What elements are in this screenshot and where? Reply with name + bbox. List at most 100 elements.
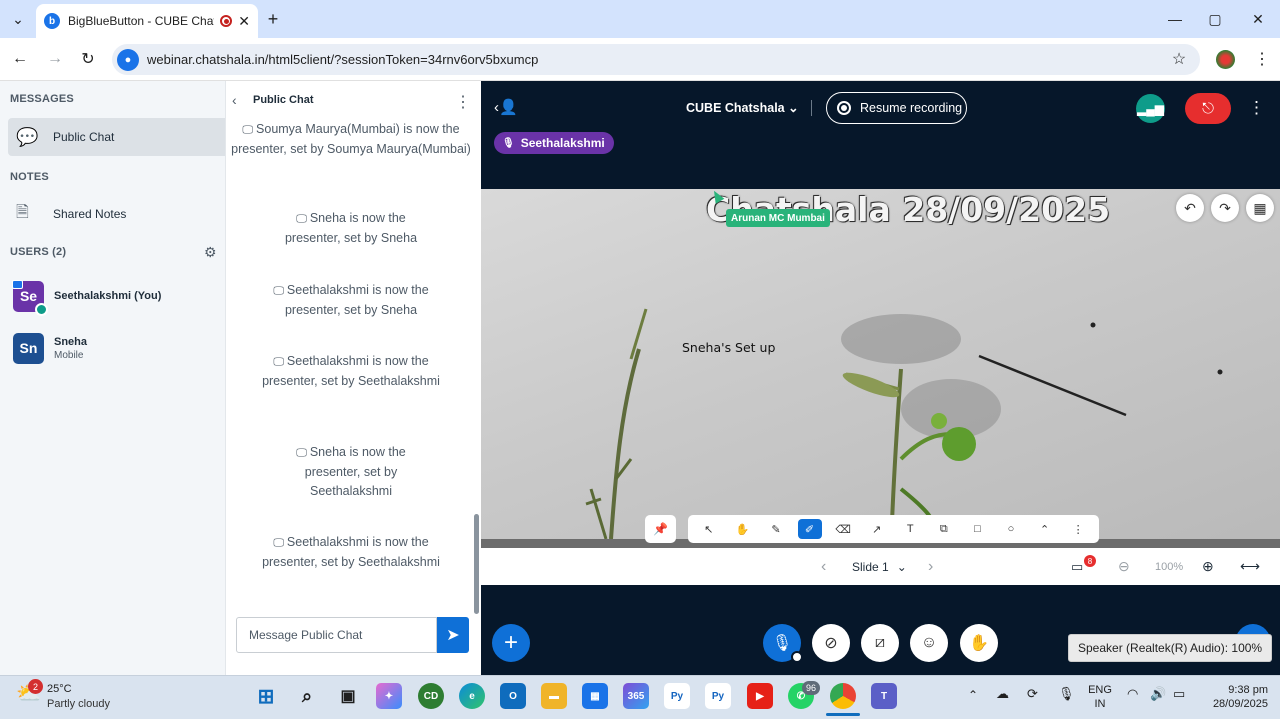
tab-search-icon[interactable]: ⌄ [8,10,28,28]
cd-app-icon[interactable]: CD [418,683,444,709]
chat-options-icon[interactable]: ⋮ [455,92,471,112]
address-bar[interactable]: ● webinar.chatshala.in/html5client/?sess… [112,44,1200,75]
chat-input-placeholder: Message Public Chat [249,628,363,642]
leave-meeting-button[interactable]: ⎋ [1185,93,1231,124]
close-tab-icon[interactable]: ✕ [238,13,250,30]
file-explorer-icon[interactable]: ▬ [541,683,567,709]
eraser-tool-icon[interactable]: ⌫ [831,519,855,539]
audio-settings-dot[interactable] [791,651,803,663]
start-windows-icon[interactable]: ⊞ [253,683,279,709]
recording-indicator-icon [220,15,233,27]
user-list-item[interactable]: Se Seethalakshmi (You) [12,279,218,316]
toolbar-pin-button[interactable]: 📌 [645,515,676,543]
share-webcam-button[interactable]: ⊘ [812,624,850,662]
more-shapes-chevron-icon[interactable]: ⌃ [1033,519,1057,539]
undo-icon[interactable]: ↶ [1176,194,1204,222]
copilot-icon[interactable]: ✦ [376,683,402,709]
avatar-initials: Se [19,288,38,304]
sidebar-item-public-chat[interactable]: 💬 Public Chat [8,118,225,156]
slide-annotation-text: Sneha's Set up [682,340,776,355]
microphone-permission-icon[interactable]: ● [117,48,139,71]
clock[interactable]: 9:38 pm 28/09/2025 [1202,683,1268,711]
zoom-in-icon[interactable]: ⊕ [1202,548,1214,585]
toggle-user-list-icon[interactable]: ‹👤 [494,98,518,116]
hand-tool-icon[interactable]: ✋ [730,519,754,539]
chrome-icon[interactable] [830,683,856,709]
share-screen-button[interactable]: ⧄ [861,624,899,662]
store-icon[interactable]: ▦ [582,683,608,709]
toolbar-more-icon[interactable]: ⋮ [1066,519,1090,539]
sidebar-item-shared-notes[interactable]: 🗎 Shared Notes [16,199,216,229]
user-name: Seethalakshmi (You) [54,290,162,302]
volume-icon[interactable]: 🔊 [1150,686,1166,702]
user-list-item[interactable]: Sn Sneha Mobile [13,332,218,364]
zoom-out-icon[interactable]: ⊖ [1118,548,1130,585]
python-file-icon[interactable]: Py [664,683,690,709]
redo-icon[interactable]: ↷ [1211,194,1239,222]
maximize-button[interactable]: ▢ [1205,9,1225,29]
browser-tab[interactable]: b BigBlueButton - CUBE Chatshala ✕ [36,4,258,38]
ellipse-tool-icon[interactable]: ○ [999,519,1023,539]
browser-menu-icon[interactable]: ⋮ [1252,49,1272,69]
slide-label: Slide 1 [852,559,889,574]
pencil-tool-icon[interactable]: ✎ [764,519,788,539]
minimize-button[interactable]: — [1165,9,1185,29]
select-tool-icon[interactable]: ↖ [697,519,721,539]
python-file-icon[interactable]: Py [705,683,731,709]
chat-message-list[interactable]: 🖵 Soumya Maurya(Mumbai) is now the presen… [226,118,474,608]
meeting-title[interactable]: CUBE Chatshala ⌄ [686,100,799,115]
youtube-icon[interactable]: ▶ [747,683,773,709]
screen-share-off-icon: ⧄ [874,634,886,651]
connection-status-icon[interactable]: ▂▄▆ [1136,94,1165,123]
chat-scrollbar[interactable] [474,514,479,614]
teams-icon[interactable]: T [871,683,897,709]
sticky-note-tool-icon[interactable]: ⧉ [932,519,956,539]
send-arrow-icon: ➤ [446,627,460,644]
bookmark-star-icon[interactable]: ☆ [1169,49,1189,69]
close-window-button[interactable]: ✕ [1248,9,1268,29]
mic-in-use-icon[interactable]: 🎙 [1058,686,1075,702]
new-tab-button[interactable]: + [263,9,283,29]
user-settings-gear-icon[interactable]: ⚙ [204,244,217,261]
show-hidden-icons-chevron-icon[interactable]: ⌃ [968,688,978,702]
chat-message-text: Soumya Maurya(Mumbai) is now the present… [231,122,471,156]
meeting-options-icon[interactable]: ⋮ [1248,98,1265,118]
forward-arrow-icon[interactable]: → [45,49,65,69]
chat-message-input[interactable]: Message Public Chat [236,617,437,653]
fit-width-icon[interactable]: ⟷ [1240,548,1260,585]
onedrive-icon[interactable]: ☁ [996,686,1009,702]
outlook-icon[interactable]: O [500,683,526,709]
task-view-icon[interactable]: ▣ [335,683,361,709]
resume-recording-button[interactable]: Resume recording [826,92,967,124]
chat-message-text: Sneha is now the presenter, set by Seeth… [304,445,406,498]
chat-title: Public Chat [253,94,314,106]
back-arrow-icon[interactable]: ← [10,49,30,69]
m365-icon[interactable]: 365 [623,683,649,709]
search-icon[interactable]: ⌕ [294,683,320,709]
previous-slide-icon[interactable]: ‹ [821,548,826,585]
presentation-slide[interactable] [481,189,1280,548]
rectangle-tool-icon[interactable]: □ [965,519,989,539]
send-message-button[interactable]: ➤ [437,617,469,653]
highlighter-tool-icon[interactable]: ✐ [797,519,822,539]
reload-icon[interactable]: ↻ [78,49,98,69]
hide-chat-chevron-icon[interactable]: ‹ [232,92,237,108]
arrow-tool-icon[interactable]: ↗ [865,519,889,539]
actions-plus-button[interactable]: + [492,624,530,662]
chat-bubbles-icon: 💬 [16,126,39,147]
sync-icon[interactable]: ⟳ [1027,686,1038,702]
edge-icon[interactable]: e [459,683,485,709]
text-tool-icon[interactable]: T [898,519,922,539]
profile-avatar[interactable] [1216,50,1235,69]
camera-off-icon: ⊘ [824,635,838,652]
chat-message: 🖵 Soumya Maurya(Mumbai) is now the presen… [226,120,474,159]
raise-hand-button[interactable]: ✋ [960,624,998,662]
language-indicator[interactable]: ENG IN [1088,683,1112,711]
next-slide-icon[interactable]: › [928,548,933,585]
layout-grid-icon[interactable]: ▦ [1246,194,1274,222]
slides-icon[interactable]: ▭ [1071,548,1083,585]
battery-icon[interactable]: ▭ [1173,686,1185,702]
wifi-icon[interactable]: ◠ [1127,686,1138,702]
reactions-button[interactable]: ☺ [910,624,948,662]
slide-selector[interactable]: Slide 1 ⌄ [852,548,907,585]
